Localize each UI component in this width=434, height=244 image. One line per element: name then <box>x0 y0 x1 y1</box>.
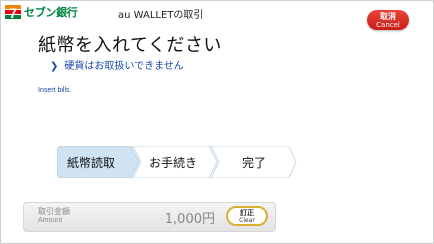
header: 7 セブン銀行 au WALLETの取引 取消 Cancel <box>0 0 434 30</box>
clear-button[interactable]: 訂正 Clear <box>226 206 268 226</box>
clear-label-en: Clear <box>239 217 255 224</box>
clear-label-jp: 訂正 <box>240 209 254 217</box>
amount-panel: 取引金額 Amount 1,000円 訂正 Clear <box>23 202 276 232</box>
amount-label-en: Amount <box>38 217 63 224</box>
step-3-label: 完了 <box>242 156 267 170</box>
cancel-label-jp: 取消 <box>380 12 396 21</box>
cancel-button[interactable]: 取消 Cancel <box>367 10 409 30</box>
amount-label-jp: 取引金額 <box>38 207 70 216</box>
brand-name: セブン銀行 <box>24 6 78 19</box>
progress-steps: 紙幣読取 お手続き 完了 <box>57 146 297 178</box>
coin-notice: ❯ 硬貨はお取扱いできません <box>50 57 184 72</box>
cancel-label-en: Cancel <box>376 21 400 29</box>
step-2-label: お手続き <box>149 156 198 170</box>
screen-title: au WALLETの取引 <box>118 10 204 21</box>
amount-value: 1,000円 <box>164 212 215 227</box>
chevron-right-icon: ❯ <box>50 61 59 72</box>
seven-bank-logo: 7 セブン銀行 <box>4 3 84 21</box>
page-title: 紙幣を入れてください <box>38 35 222 56</box>
instruction-english: Insert bills. <box>38 87 72 94</box>
svg-text:7: 7 <box>9 5 17 21</box>
step-1-label: 紙幣読取 <box>67 156 116 170</box>
seven-logo-icon: 7 <box>5 5 21 21</box>
coin-notice-text: 硬貨はお取扱いできません <box>64 61 184 72</box>
